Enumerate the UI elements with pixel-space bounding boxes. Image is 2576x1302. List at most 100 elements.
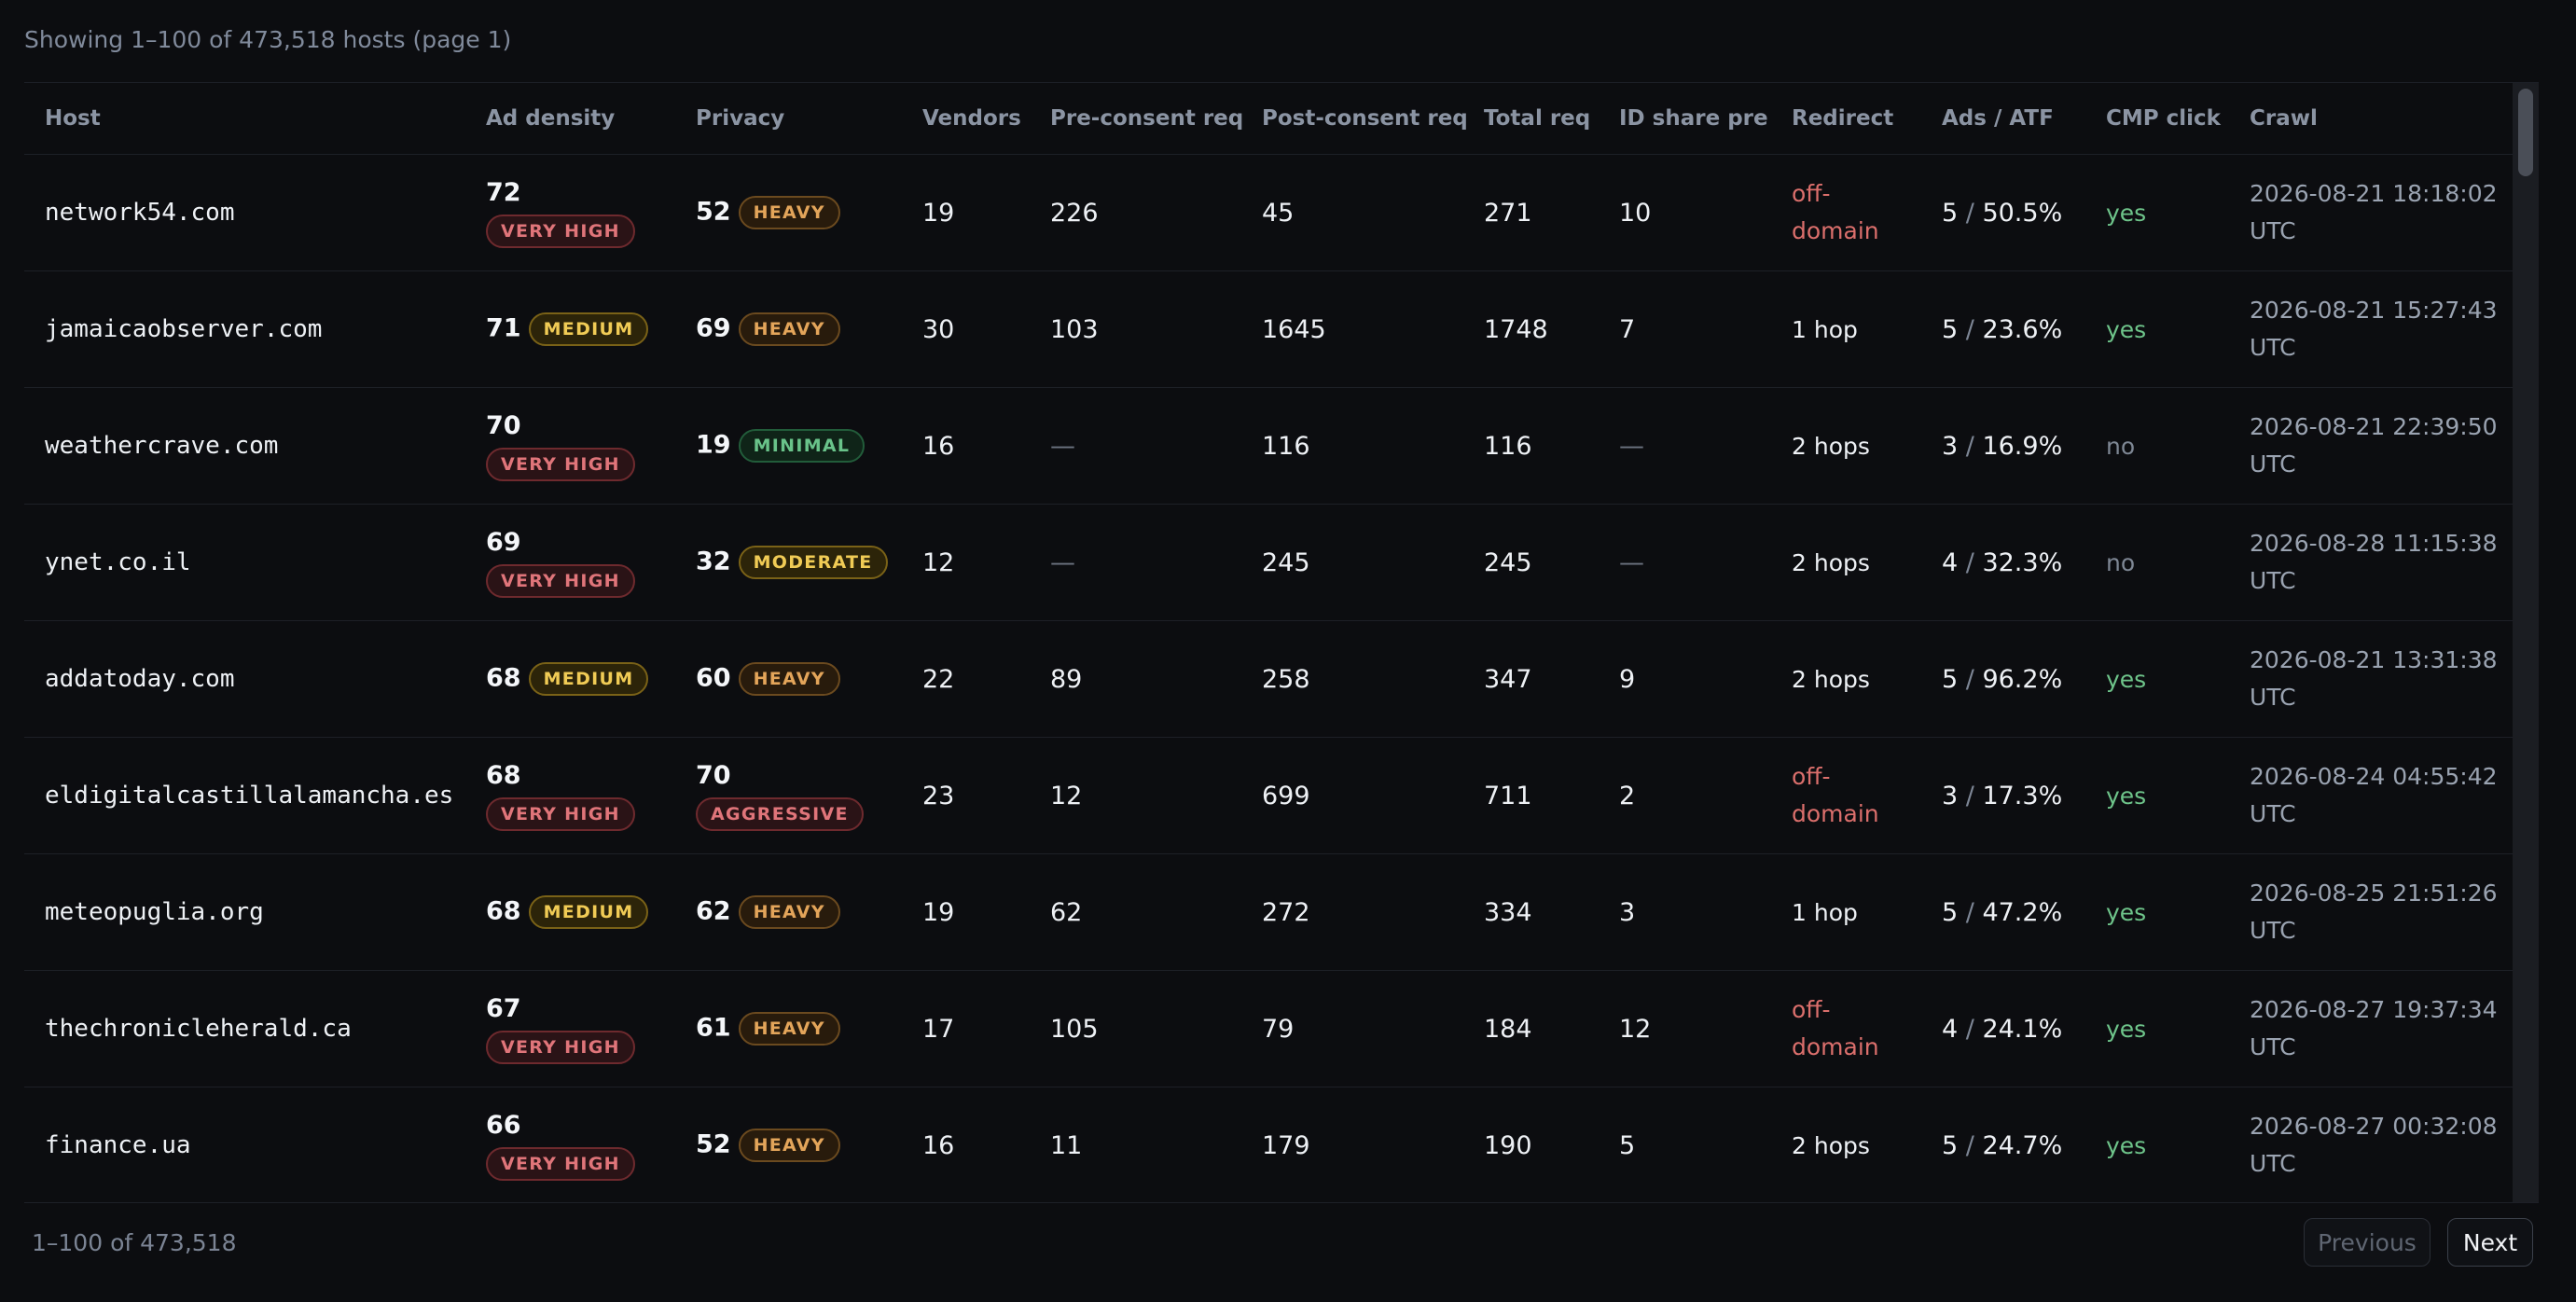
column-header-cmp-click[interactable]: CMP click	[2106, 83, 2250, 155]
cmp-click-value: no	[2106, 548, 2136, 576]
privacy-score: 62	[696, 896, 731, 926]
vendors-cell: 19	[922, 154, 1050, 271]
redirect-cell: 2 hops	[1792, 620, 1942, 738]
pre-consent-req-cell: 226	[1050, 154, 1262, 271]
ad-density-cell: 68 MEDIUM	[486, 853, 696, 971]
ads-count: 5	[1942, 664, 1959, 694]
ads-separator: /	[1958, 1130, 1983, 1160]
host-cell[interactable]: network54.com	[24, 154, 486, 271]
pre-consent-req-cell: —	[1050, 387, 1262, 505]
crawl-cell: 2026-08-25 21:51:26 UTC	[2250, 853, 2513, 971]
vendors-cell: 23	[922, 737, 1050, 854]
table-row[interactable]: addatoday.com 68 MEDIUM 60 HEAVY 22 89 258 347 9 2…	[24, 620, 2513, 738]
post-consent-req-cell: 79	[1262, 970, 1484, 1087]
redirect-value: 2 hops	[1792, 1131, 1870, 1159]
redirect-value: off-domain	[1792, 996, 1879, 1060]
ads-count: 5	[1942, 198, 1959, 228]
post-consent-req-cell: 1645	[1262, 270, 1484, 388]
vendors-cell: 16	[922, 387, 1050, 505]
ad-density-badge: VERY HIGH	[486, 447, 635, 481]
id-share-pre-cell: 5	[1619, 1087, 1792, 1202]
privacy-score: 19	[696, 430, 731, 460]
cmp-click-cell: yes	[2106, 270, 2250, 388]
redirect-cell: off-domain	[1792, 970, 1942, 1087]
ad-density-score: 70	[486, 411, 521, 441]
column-header-ad-density[interactable]: Ad density	[486, 83, 696, 155]
host-cell[interactable]: addatoday.com	[24, 620, 486, 738]
cmp-click-value: yes	[2106, 1131, 2147, 1159]
ad-density-cell: 70 VERY HIGH	[486, 387, 696, 505]
pre-consent-req-cell: 11	[1050, 1087, 1262, 1202]
privacy-badge: HEAVY	[738, 662, 840, 696]
next-page-button[interactable]: Next	[2447, 1218, 2533, 1267]
cmp-click-value: no	[2106, 432, 2136, 460]
ad-density-badge: MEDIUM	[528, 662, 649, 696]
vendors-cell: 22	[922, 620, 1050, 738]
post-consent-req-cell: 116	[1262, 387, 1484, 505]
host-cell[interactable]: eldigitalcastillalamancha.es	[24, 737, 486, 854]
scrollbar-thumb[interactable]	[2518, 89, 2533, 176]
total-req-cell: 334	[1484, 853, 1619, 971]
host-cell[interactable]: weathercrave.com	[24, 387, 486, 505]
ads-atf-cell: 3 / 16.9%	[1942, 387, 2106, 505]
ads-atf-cell: 5 / 96.2%	[1942, 620, 2106, 738]
table-row[interactable]: meteopuglia.org 68 MEDIUM 62 HEAVY 19 62 272 334…	[24, 853, 2513, 971]
crawl-timezone: UTC	[2250, 217, 2296, 244]
host-cell[interactable]: jamaicaobserver.com	[24, 270, 486, 388]
pre-consent-req-cell: —	[1050, 504, 1262, 621]
ad-density-score: 71	[486, 313, 521, 343]
column-header-total-req[interactable]: Total req	[1484, 83, 1619, 155]
ad-density-badge: VERY HIGH	[486, 1030, 635, 1064]
crawl-cell: 2026-08-24 04:55:42 UTC	[2250, 737, 2513, 854]
table-row[interactable]: ynet.co.il 69 VERY HIGH 32 MODERATE 12—245 245…	[24, 504, 2513, 621]
redirect-value: off-domain	[1792, 180, 1879, 244]
host-cell[interactable]: finance.ua	[24, 1087, 486, 1202]
pre-consent-req-cell: 12	[1050, 737, 1262, 854]
column-header-ads-atf[interactable]: Ads / ATF	[1942, 83, 2106, 155]
table-row[interactable]: finance.ua 66 VERY HIGH 52 HEAVY 16 11 179 190 5 2…	[24, 1087, 2513, 1202]
crawl-cell: 2026-08-27 19:37:34 UTC	[2250, 970, 2513, 1087]
privacy-badge: HEAVY	[738, 1129, 840, 1162]
ads-atf-cell: 3 / 17.3%	[1942, 737, 2106, 854]
host-cell[interactable]: meteopuglia.org	[24, 853, 486, 971]
previous-page-button[interactable]: Previous	[2304, 1218, 2431, 1267]
crawl-date: 2026-08-27 19:37:34	[2250, 996, 2498, 1023]
cmp-click-value: yes	[2106, 782, 2147, 810]
table-row[interactable]: network54.com 72 VERY HIGH 52 HEAVY 19 226 45 27…	[24, 154, 2513, 271]
table-row[interactable]: weathercrave.com 70 VERY HIGH 19 MINIMAL 16—1…	[24, 387, 2513, 505]
privacy-cell: 69 HEAVY	[696, 270, 922, 388]
ads-separator: /	[1958, 314, 1983, 344]
ad-density-cell: 72 VERY HIGH	[486, 154, 696, 271]
cmp-click-cell: yes	[2106, 853, 2250, 971]
privacy-badge: AGGRESSIVE	[696, 796, 864, 831]
crawl-timezone: UTC	[2250, 450, 2296, 478]
ads-separator: /	[1958, 547, 1983, 577]
redirect-value: 2 hops	[1792, 665, 1870, 693]
cmp-click-cell: no	[2106, 387, 2250, 505]
privacy-score: 61	[696, 1013, 731, 1043]
column-header-crawl[interactable]: Crawl	[2250, 83, 2513, 155]
ad-density-badge: VERY HIGH	[486, 796, 635, 831]
column-header-id-share-pre[interactable]: ID share pre	[1619, 83, 1792, 155]
ads-separator: /	[1958, 198, 1983, 228]
table-row[interactable]: thechronicleherald.ca 67 VERY HIGH 61 HEAVY 1…	[24, 970, 2513, 1087]
pre-consent-req-cell: 62	[1050, 853, 1262, 971]
privacy-badge: HEAVY	[738, 196, 840, 229]
column-header-pre-consent-req[interactable]: Pre-consent req	[1050, 83, 1262, 155]
privacy-score: 69	[696, 313, 731, 343]
column-header-redirect[interactable]: Redirect	[1792, 83, 1942, 155]
host-cell[interactable]: thechronicleherald.ca	[24, 970, 486, 1087]
column-header-post-consent-req[interactable]: Post-consent req	[1262, 83, 1484, 155]
total-req-cell: 245	[1484, 504, 1619, 621]
table-row[interactable]: eldigitalcastillalamancha.es 68 VERY HIGH 7…	[24, 737, 2513, 854]
column-header-host[interactable]: Host	[24, 83, 486, 155]
id-share-pre-cell: 3	[1619, 853, 1792, 971]
table-row[interactable]: jamaicaobserver.com 71 MEDIUM 69 HEAVY 30 103 1…	[24, 270, 2513, 388]
column-header-vendors[interactable]: Vendors	[922, 83, 1050, 155]
column-header-privacy[interactable]: Privacy	[696, 83, 922, 155]
ads-count: 5	[1942, 897, 1959, 927]
host-cell[interactable]: ynet.co.il	[24, 504, 486, 621]
total-req-cell: 271	[1484, 154, 1619, 271]
table-scrollbar[interactable]	[2513, 83, 2539, 1202]
redirect-cell: off-domain	[1792, 737, 1942, 854]
